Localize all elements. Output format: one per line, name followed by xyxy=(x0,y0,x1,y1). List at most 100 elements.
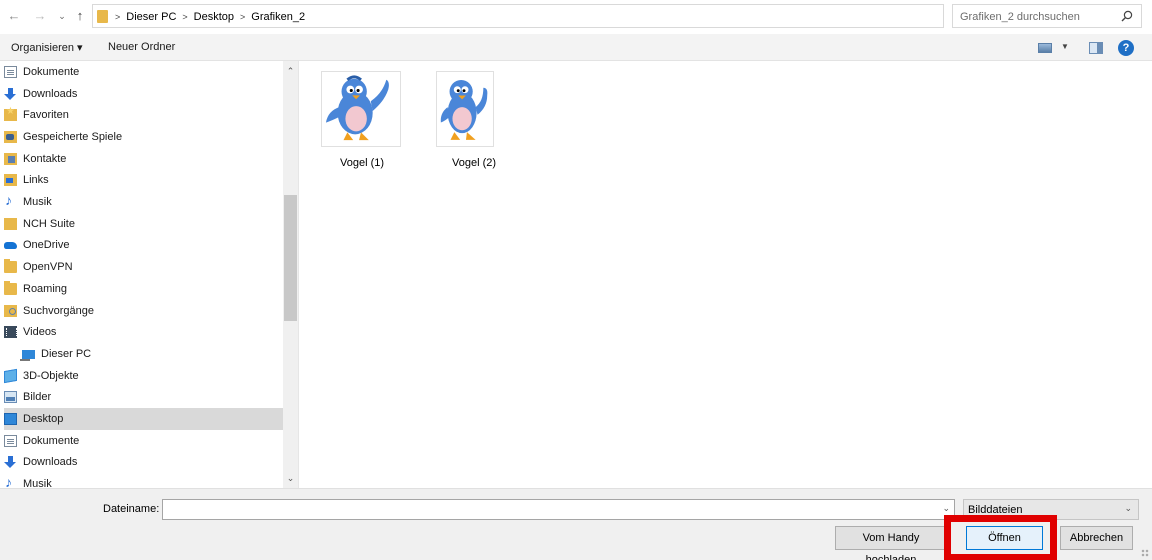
file-name: Vogel (2) xyxy=(451,157,497,169)
nav-item-videos[interactable]: Videos xyxy=(4,321,283,343)
nav-item-label: Desktop xyxy=(23,413,64,426)
new-folder-button[interactable]: Neuer Ordner xyxy=(108,41,175,53)
navigation-pane: Dokumente Downloads Favoriten Gespeicher… xyxy=(0,61,299,488)
help-icon[interactable]: ? xyxy=(1118,40,1134,56)
nav-item-roaming[interactable]: Roaming xyxy=(4,278,283,300)
nav-item-label: Kontakte xyxy=(23,152,67,165)
download-icon xyxy=(4,87,17,100)
pictures-icon xyxy=(4,391,17,404)
filetype-value: Bilddateien xyxy=(968,504,1023,516)
breadcrumb-item-dieser-pc[interactable]: Dieser PC xyxy=(126,11,176,23)
search-icon[interactable] xyxy=(1121,10,1133,22)
nav-item-label: Downloads xyxy=(23,87,78,100)
nav-item-label: OpenVPN xyxy=(23,261,73,274)
nav-item-dieser-pc[interactable]: Dieser PC xyxy=(20,343,298,365)
nav-item-label: Favoriten xyxy=(23,109,69,122)
search-input[interactable]: Grafiken_2 durchsuchen xyxy=(952,4,1142,28)
nav-item-musik[interactable]: Musik xyxy=(4,191,283,213)
filetype-select[interactable]: Bilddateien ⌄ xyxy=(963,499,1139,520)
nav-item-label: Dieser PC xyxy=(41,347,92,360)
nav-item-bilder[interactable]: Bilder xyxy=(4,387,283,409)
preview-pane-icon[interactable] xyxy=(1089,42,1103,54)
breadcrumb-item-grafiken-2[interactable]: Grafiken_2 xyxy=(251,11,305,23)
nav-item-downloads[interactable]: Downloads xyxy=(4,83,283,105)
back-arrow-icon[interactable]: ← xyxy=(6,8,22,24)
nav-item-label: Musik xyxy=(23,196,52,209)
desktop-icon xyxy=(4,413,17,426)
nav-scrollbar[interactable]: ⌃ ⌄ xyxy=(283,61,298,488)
chevron-right-icon[interactable]: > xyxy=(182,12,187,22)
folder-icon xyxy=(97,10,108,23)
chevron-down-icon[interactable]: ⌄ xyxy=(1124,503,1132,514)
nav-item-label: 3D-Objekte xyxy=(23,369,79,382)
dialog-footer: Dateiname: ⌄ Bilddateien ⌄ Vom Handy hoc… xyxy=(0,488,1152,560)
address-row: ← → ⌄ ↑ > Dieser PC > Desktop > Grafiken… xyxy=(0,0,1152,34)
nav-item-label: Videos xyxy=(23,326,57,339)
scroll-up-chevron-icon[interactable]: ⌃ xyxy=(283,63,298,79)
recent-locations-chevron-icon[interactable]: ⌄ xyxy=(56,8,68,24)
music-icon xyxy=(4,192,17,208)
nav-item-downloads-pc[interactable]: Downloads xyxy=(4,452,283,474)
chevron-right-icon[interactable]: > xyxy=(115,12,120,22)
document-icon xyxy=(4,65,17,78)
bird-image-icon xyxy=(321,71,401,147)
nav-item-label: Dokumente xyxy=(23,434,80,447)
folder-icon xyxy=(4,217,17,230)
filename-history-dropdown-icon[interactable]: ⌄ xyxy=(942,503,950,514)
video-icon xyxy=(4,326,17,339)
nav-item-musik-pc[interactable]: Musik xyxy=(4,473,283,488)
breadcrumb-item-desktop[interactable]: Desktop xyxy=(194,11,234,23)
nav-item-label: Roaming xyxy=(23,282,68,295)
file-list-area[interactable]: Vogel (1) Vogel (2) xyxy=(300,61,1152,488)
nav-item-kontakte[interactable]: Kontakte xyxy=(4,148,283,170)
search-placeholder: Grafiken_2 durchsuchen xyxy=(960,11,1080,23)
command-bar: Organisieren ▾ Neuer Ordner ▼ ? xyxy=(0,34,1152,61)
3d-objects-icon xyxy=(4,368,17,383)
nav-item-label: Downloads xyxy=(23,456,78,469)
scroll-down-chevron-icon[interactable]: ⌄ xyxy=(283,470,298,486)
file-item-vogel-1[interactable]: Vogel (1) xyxy=(312,69,401,177)
nav-item-label: NCH Suite xyxy=(23,217,75,230)
contacts-icon xyxy=(4,152,17,165)
nav-item-label: Suchvorgänge xyxy=(23,304,94,317)
filename-label: Dateiname: xyxy=(103,503,160,515)
forward-arrow-icon[interactable]: → xyxy=(32,8,48,24)
filename-input[interactable]: ⌄ xyxy=(162,499,955,520)
open-button[interactable]: Öffnen xyxy=(966,526,1043,550)
searches-folder-icon xyxy=(4,304,17,317)
nav-item-gespeicherte-spiele[interactable]: Gespeicherte Spiele xyxy=(4,126,283,148)
nav-item-favoriten[interactable]: Favoriten xyxy=(4,104,283,126)
view-options-dropdown-icon[interactable]: ▼ xyxy=(1061,42,1069,51)
nav-item-label: Dokumente xyxy=(23,65,80,78)
upload-from-phone-button[interactable]: Vom Handy hochladen xyxy=(835,526,947,560)
nav-item-label: Gespeicherte Spiele xyxy=(23,130,123,143)
folder-icon xyxy=(4,259,17,274)
nav-item-label: Musik xyxy=(23,478,52,488)
cancel-button[interactable]: Abbrechen xyxy=(1060,526,1133,550)
saved-games-icon xyxy=(4,130,17,143)
nav-item-openvpn[interactable]: OpenVPN xyxy=(4,256,283,278)
nav-item-onedrive[interactable]: OneDrive xyxy=(4,235,283,257)
download-icon xyxy=(4,456,17,469)
up-arrow-icon[interactable]: ↑ xyxy=(73,8,87,24)
nav-item-links[interactable]: Links xyxy=(4,170,283,192)
chevron-right-icon[interactable]: > xyxy=(240,12,245,22)
nav-item-dokumente-pc[interactable]: Dokumente xyxy=(4,430,283,452)
nav-item-nch-suite[interactable]: NCH Suite xyxy=(4,213,283,235)
nav-item-label: Bilder xyxy=(23,391,52,404)
file-item-vogel-2[interactable]: Vogel (2) xyxy=(424,69,512,177)
resize-grip-icon[interactable] xyxy=(1141,549,1149,557)
address-bar[interactable]: > Dieser PC > Desktop > Grafiken_2 ⌵ ↻ xyxy=(92,4,1032,28)
organize-button[interactable]: Organisieren ▾ xyxy=(11,41,83,54)
scrollbar-thumb[interactable] xyxy=(284,195,297,321)
nav-item-dokumente[interactable]: Dokumente xyxy=(4,61,283,83)
document-icon xyxy=(4,434,17,447)
links-icon xyxy=(4,174,17,187)
nav-item-label: Links xyxy=(23,174,49,187)
breadcrumb: > Dieser PC > Desktop > Grafiken_2 xyxy=(115,10,305,24)
favorites-folder-icon xyxy=(4,106,17,122)
nav-item-3d-objekte[interactable]: 3D-Objekte xyxy=(4,365,283,387)
nav-item-suchvorgaenge[interactable]: Suchvorgänge xyxy=(4,300,283,322)
nav-item-desktop[interactable]: Desktop xyxy=(4,408,283,430)
change-view-icon[interactable] xyxy=(1038,43,1052,53)
